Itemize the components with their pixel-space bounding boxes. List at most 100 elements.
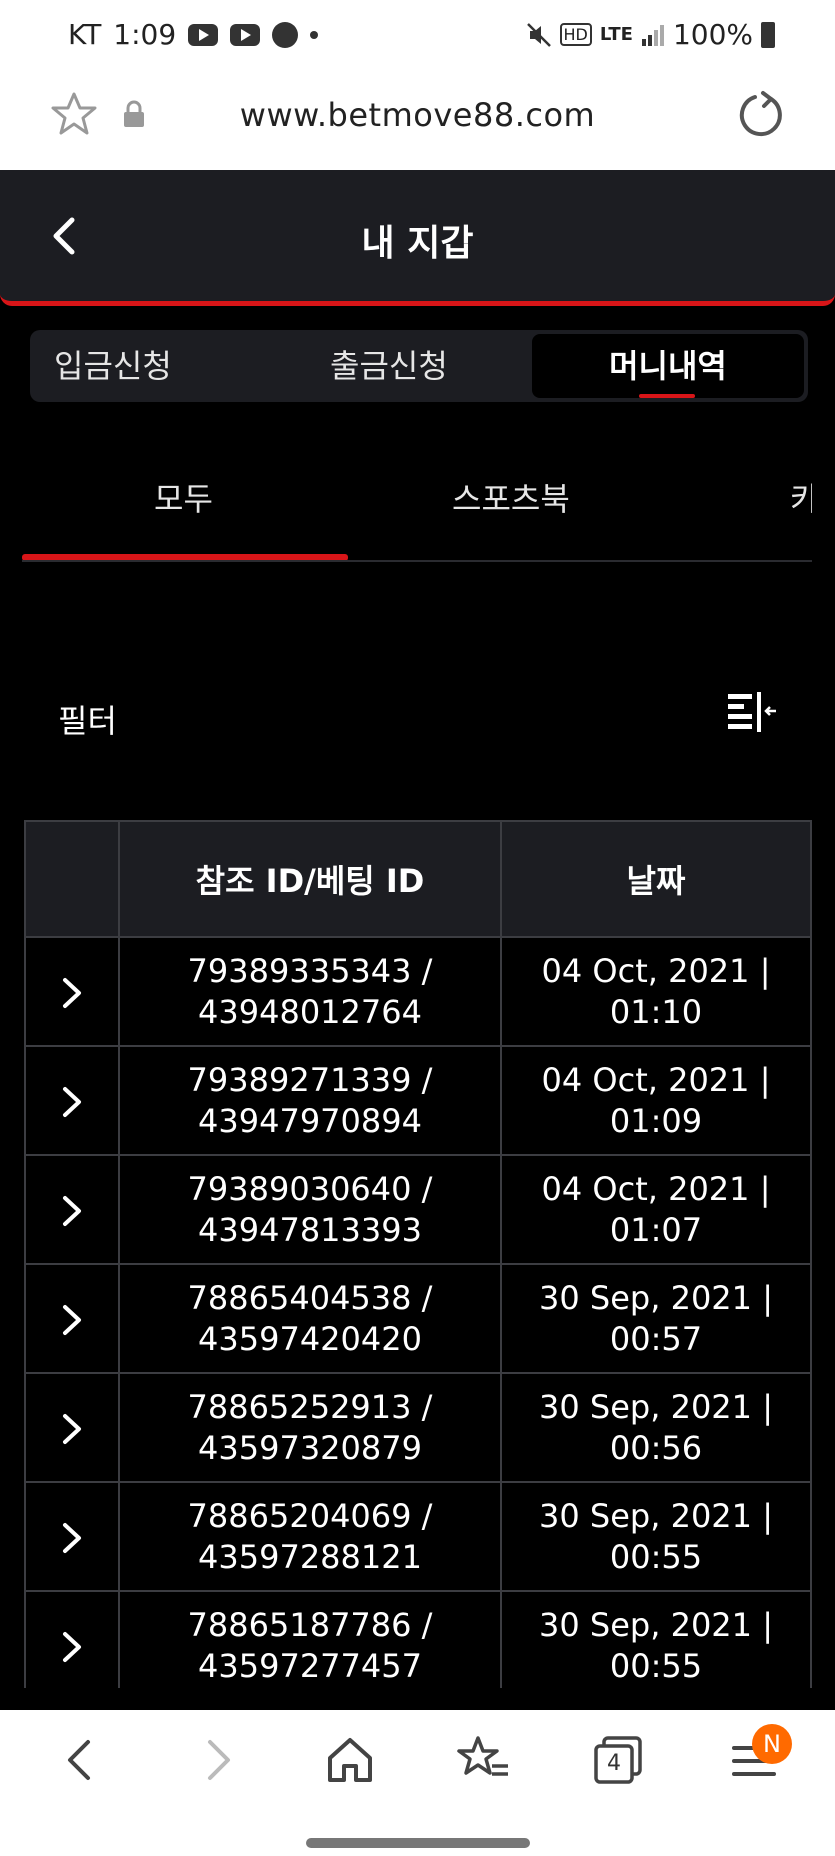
reference-id: 78865404538 / bbox=[187, 1278, 433, 1317]
page-title: 내 지갑 bbox=[361, 223, 474, 264]
page-header: 내 지갑 bbox=[0, 170, 835, 306]
browser-address-bar: www.betmove88.com bbox=[0, 72, 835, 170]
youtube-notification-icon bbox=[230, 23, 261, 46]
reference-id: 79389030640 / bbox=[187, 1169, 433, 1208]
clock: 1:09 bbox=[113, 18, 177, 51]
reference-cell: 79389335343 /43948012764 bbox=[118, 936, 502, 1047]
table-row[interactable]: 79389271339 /43947970894 04 Oct, 2021 | 01… bbox=[24, 1045, 812, 1156]
table-row[interactable]: 78865252913 /43597320879 30 Sep, 2021 | 00… bbox=[24, 1372, 812, 1483]
expand-row-chevron-icon bbox=[63, 1087, 81, 1117]
date-cell: 30 Sep, 2021 | 00:56 bbox=[500, 1372, 812, 1483]
transaction-date: 04 Oct, 2021 | bbox=[541, 1169, 771, 1208]
browser-back-icon[interactable] bbox=[52, 1732, 108, 1788]
tab-deposit-request[interactable]: 입금신청 bbox=[54, 334, 172, 398]
reference-cell: 79389271339 /43947970894 bbox=[118, 1045, 502, 1156]
gesture-home-indicator[interactable] bbox=[306, 1838, 530, 1848]
header-reference-id: 참조 ID/베팅 ID bbox=[118, 820, 502, 938]
reload-icon[interactable] bbox=[735, 90, 787, 142]
expand-row-chevron-icon bbox=[63, 1414, 81, 1444]
reference-id: 78865204069 / bbox=[187, 1496, 433, 1535]
mute-icon bbox=[526, 22, 551, 47]
bet-id: 43947970894 bbox=[198, 1101, 422, 1140]
expand-row-chevron-icon bbox=[63, 1196, 81, 1226]
transaction-date: 30 Sep, 2021 | bbox=[539, 1605, 773, 1644]
transaction-date: 30 Sep, 2021 | bbox=[539, 1278, 773, 1317]
expand-row-button[interactable] bbox=[24, 1154, 120, 1265]
youtube-notification-icon bbox=[188, 23, 219, 46]
date-cell: 30 Sep, 2021 | 00:55 bbox=[500, 1590, 812, 1688]
reference-cell: 78865252913 /43597320879 bbox=[118, 1372, 502, 1483]
table-row[interactable]: 79389335343 /43948012764 04 Oct, 2021 | 01… bbox=[24, 936, 812, 1047]
active-category-indicator bbox=[22, 554, 348, 560]
tab-money-history-label: 머니내역 bbox=[609, 347, 727, 385]
header-expand bbox=[24, 820, 120, 938]
filter-collapse-icon[interactable] bbox=[726, 690, 778, 736]
expand-row-button[interactable] bbox=[24, 1372, 120, 1483]
reference-id: 78865187786 / bbox=[187, 1605, 433, 1644]
transaction-time: 00:57 bbox=[609, 1319, 703, 1358]
home-icon[interactable] bbox=[322, 1732, 378, 1788]
bet-id: 43597277457 bbox=[198, 1646, 422, 1685]
transaction-time: 00:55 bbox=[609, 1646, 703, 1685]
expand-row-button[interactable] bbox=[24, 1481, 120, 1592]
battery-percent: 100% bbox=[672, 18, 753, 51]
date-cell: 04 Oct, 2021 | 01:10 bbox=[500, 936, 812, 1047]
hd-voice-label: HD bbox=[559, 23, 592, 46]
date-cell: 04 Oct, 2021 | 01:07 bbox=[500, 1154, 812, 1265]
bet-id: 43948012764 bbox=[198, 992, 422, 1031]
wallet-tabs: 입금신청 출금신청 머니내역 bbox=[30, 330, 808, 402]
tab-withdraw-request[interactable]: 출금신청 bbox=[330, 334, 448, 398]
url-field[interactable]: www.betmove88.com bbox=[0, 96, 835, 134]
tabs-button[interactable]: 4 bbox=[590, 1732, 646, 1788]
reference-cell: 79389030640 /43947813393 bbox=[118, 1154, 502, 1265]
expand-row-chevron-icon bbox=[63, 1305, 81, 1335]
tab-all[interactable]: 모두 bbox=[154, 474, 213, 520]
reference-cell: 78865187786 /43597277457 bbox=[118, 1590, 502, 1688]
header-date: 날짜 bbox=[500, 820, 812, 938]
transactions-table-container[interactable]: 참조 ID/베팅 ID 날짜 79389335343 /43948012764 0… bbox=[24, 820, 812, 1688]
menu-notification-badge: N bbox=[752, 1724, 792, 1764]
browser-bottom-bar: 4 N bbox=[0, 1710, 835, 1856]
filter-label[interactable]: 필터 bbox=[58, 696, 117, 742]
date-cell: 30 Sep, 2021 | 00:55 bbox=[500, 1481, 812, 1592]
reference-id: 78865252913 / bbox=[187, 1387, 433, 1426]
status-right: HD LTE 100% bbox=[526, 18, 775, 51]
browser-forward-icon[interactable] bbox=[190, 1732, 246, 1788]
date-cell: 30 Sep, 2021 | 00:57 bbox=[500, 1263, 812, 1374]
reference-cell: 78865204069 /43597288121 bbox=[118, 1481, 502, 1592]
tab-casino[interactable]: 카 bbox=[790, 474, 812, 520]
transaction-date: 30 Sep, 2021 | bbox=[539, 1496, 773, 1535]
table-row[interactable]: 79389030640 /43947813393 04 Oct, 2021 | 01… bbox=[24, 1154, 812, 1265]
expand-row-button[interactable] bbox=[24, 1045, 120, 1156]
reference-id: 79389335343 / bbox=[187, 951, 433, 990]
date-cell: 04 Oct, 2021 | 01:09 bbox=[500, 1045, 812, 1156]
more-notifications-dot-icon bbox=[310, 30, 319, 39]
reference-cell: 78865404538 /43597420420 bbox=[118, 1263, 502, 1374]
transaction-time: 01:07 bbox=[609, 1210, 703, 1249]
table-row[interactable]: 78865204069 /43597288121 30 Sep, 2021 | 00… bbox=[24, 1481, 812, 1592]
bet-id: 43597320879 bbox=[198, 1428, 422, 1467]
expand-row-button[interactable] bbox=[24, 936, 120, 1047]
status-bar: KT 1:09 HD LTE 100% bbox=[0, 0, 835, 72]
transaction-time: 01:10 bbox=[609, 992, 703, 1031]
tabs-count: 4 bbox=[607, 1751, 621, 1776]
status-left: KT 1:09 bbox=[68, 18, 319, 51]
network-type-label: LTE bbox=[599, 24, 633, 45]
table-row[interactable]: 78865187786 /43597277457 30 Sep, 2021 | 00… bbox=[24, 1590, 812, 1688]
expand-row-chevron-icon bbox=[63, 1632, 81, 1662]
expand-row-button[interactable] bbox=[24, 1590, 120, 1688]
transactions-table: 참조 ID/베팅 ID 날짜 79389335343 /43948012764 0… bbox=[24, 820, 812, 1688]
messenger-notification-icon bbox=[272, 21, 299, 48]
expand-row-chevron-icon bbox=[63, 978, 81, 1008]
expand-row-button[interactable] bbox=[24, 1263, 120, 1374]
carrier-label: KT bbox=[68, 18, 102, 51]
active-tab-underline bbox=[639, 394, 695, 398]
bookmarks-icon[interactable] bbox=[456, 1732, 512, 1788]
tab-sportsbook[interactable]: 스포츠북 bbox=[452, 474, 570, 520]
table-row[interactable]: 78865404538 /43597420420 30 Sep, 2021 | 00… bbox=[24, 1263, 812, 1374]
reference-id: 79389271339 / bbox=[187, 1060, 433, 1099]
signal-icon bbox=[641, 24, 664, 46]
tab-money-history[interactable]: 머니내역 bbox=[532, 334, 804, 398]
transaction-time: 01:09 bbox=[609, 1101, 703, 1140]
expand-row-chevron-icon bbox=[63, 1523, 81, 1553]
